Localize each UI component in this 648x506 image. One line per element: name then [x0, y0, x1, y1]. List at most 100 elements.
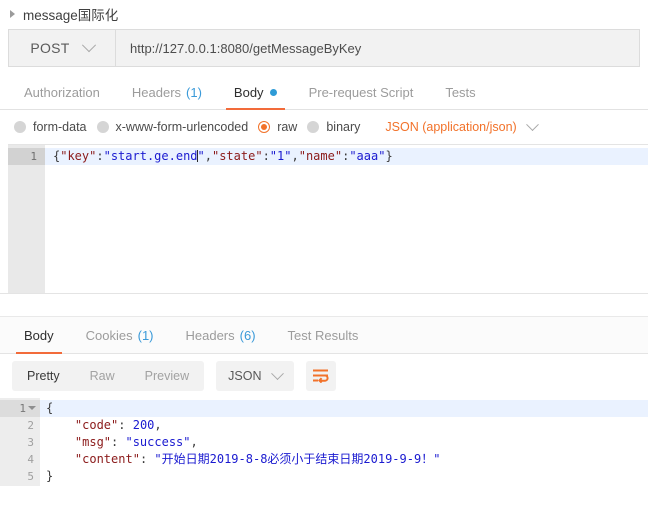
json-token-punc: , — [291, 149, 299, 163]
json-token-punc: } — [46, 469, 54, 483]
json-token-str: "aaa" — [349, 149, 386, 163]
body-type-binary[interactable]: binary — [307, 120, 360, 134]
response-tab-cookies[interactable]: Cookies (1) — [70, 317, 170, 353]
response-format-dropdown[interactable]: JSON — [216, 361, 295, 391]
tab-label: Test Results — [287, 327, 359, 343]
json-token-punc: , — [190, 435, 198, 449]
response-body-editor[interactable]: 1 2 3 4 5 { "code": 200, "msg": "success", "… — [0, 398, 648, 486]
json-token-key: "msg" — [74, 435, 112, 449]
response-tabs: Body Cookies (1) Headers (6) Test Results — [0, 317, 648, 354]
json-token-punc: : — [96, 149, 104, 163]
radio-icon[interactable] — [258, 121, 271, 133]
json-token-punc: } — [385, 149, 393, 163]
response-tab-body[interactable]: Body — [8, 317, 70, 354]
code-line: "content": "开始日期2019-8-8必须小于结束日期2019-9-9… — [40, 451, 648, 468]
word-wrap-icon — [312, 369, 329, 383]
code-line: "msg": "success", — [40, 434, 648, 451]
response-pane: Body Cookies (1) Headers (6) Test Results Pre… — [0, 317, 648, 486]
response-editor-code: { "code": 200, "msg": "success", "conten… — [40, 398, 648, 486]
request-tab-pre-request-script[interactable]: Pre-request Script — [293, 76, 430, 109]
body-type-label: form-data — [33, 120, 87, 134]
tab-count-badge: (1) — [137, 327, 154, 343]
tab-label: Body — [24, 327, 54, 343]
chevron-down-icon — [271, 366, 285, 380]
json-token-key: "content" — [74, 452, 140, 466]
view-mode-pretty[interactable]: Pretty — [12, 361, 75, 391]
request-title-bar: message国际化 — [0, 0, 648, 27]
response-editor-gutter: 1 2 3 4 5 — [0, 398, 40, 486]
tab-label: Tests — [445, 85, 476, 100]
fold-triangle-icon[interactable] — [28, 406, 36, 410]
response-tab-test-results[interactable]: Test Results — [272, 317, 375, 353]
tab-label: Pre-request Script — [308, 85, 414, 100]
body-type-x-www-form-urlencoded[interactable]: x-www-form-urlencoded — [96, 120, 248, 134]
chevron-down-icon — [81, 38, 96, 53]
body-present-dot-icon — [269, 89, 277, 96]
tab-label: Body — [233, 85, 264, 100]
radio-icon[interactable] — [307, 121, 320, 133]
http-method-label: POST — [30, 40, 70, 56]
url-bar: POST http://127.0.0.1:8080/getMessageByK… — [8, 29, 640, 67]
url-value: http://127.0.0.1:8080/getMessageByKey — [130, 40, 362, 56]
json-token-punc — [46, 452, 75, 466]
tab-label: Headers — [185, 327, 235, 343]
response-tab-headers[interactable]: Headers (6) — [170, 317, 272, 353]
code-line: "code": 200, — [40, 417, 648, 434]
tab-label: Cookies — [85, 327, 133, 343]
view-mode-raw[interactable]: Raw — [75, 361, 130, 391]
request-title: message国际化 — [23, 7, 119, 23]
json-token-str: 200 — [132, 418, 155, 432]
response-toolbar: Pretty Raw Preview JSON — [0, 354, 648, 398]
json-token-str: "开始日期2019-8-8必须小于结束日期2019-9-9！" — [154, 452, 441, 466]
tab-label: Headers — [131, 85, 182, 100]
response-format-label: JSON — [228, 369, 262, 383]
pane-splitter[interactable] — [0, 293, 648, 317]
request-tab-tests[interactable]: Tests — [429, 76, 491, 109]
line-number: 1 — [0, 400, 40, 417]
code-line: } — [40, 468, 648, 485]
code-line: {"key":"start.ge.end","state":"1","name"… — [45, 148, 648, 165]
json-token-str: "start.ge.end — [103, 149, 198, 163]
json-token-punc: : — [111, 435, 126, 449]
line-number: 1 — [8, 148, 45, 165]
line-number: 5 — [27, 470, 34, 483]
url-input[interactable]: http://127.0.0.1:8080/getMessageByKey — [116, 30, 639, 66]
radio-icon[interactable] — [96, 121, 109, 133]
body-type-row: form-data x-www-form-urlencoded raw binary … — [0, 110, 648, 144]
json-token-punc: , — [204, 149, 212, 163]
json-token-punc: : — [118, 418, 133, 432]
json-token-key: "code" — [74, 418, 119, 432]
json-token-str: "1" — [269, 149, 292, 163]
http-method-dropdown[interactable]: POST — [9, 30, 116, 66]
disclosure-triangle-icon[interactable] — [10, 9, 15, 18]
tab-label: Authorization — [24, 85, 100, 100]
json-token-key: "key" — [60, 149, 97, 163]
body-type-label: raw — [277, 120, 298, 134]
line-number: 2 — [27, 419, 34, 432]
body-type-form-data[interactable]: form-data — [14, 120, 87, 134]
json-token-key: "state" — [211, 149, 263, 163]
tab-count-badge: (1) — [186, 85, 202, 100]
request-editor-code[interactable]: {"key":"start.ge.end","state":"1","name"… — [45, 145, 648, 293]
request-body-editor[interactable]: 1 {"key":"start.ge.end","state":"1","nam… — [8, 144, 648, 293]
body-type-label: binary — [326, 120, 361, 134]
json-token-str: "success" — [125, 435, 191, 449]
word-wrap-button[interactable] — [306, 361, 337, 391]
code-line: { — [40, 400, 648, 417]
json-token-punc: : — [262, 149, 270, 163]
request-tab-headers[interactable]: Headers (1) — [116, 76, 218, 109]
line-number: 4 — [27, 453, 34, 466]
request-tab-authorization[interactable]: Authorization — [8, 76, 116, 109]
tab-count-badge: (6) — [239, 327, 256, 343]
json-token-punc — [46, 435, 75, 449]
view-mode-preview[interactable]: Preview — [130, 361, 204, 391]
json-token-punc — [46, 418, 75, 432]
radio-icon[interactable] — [14, 121, 26, 133]
json-token-punc: , — [154, 418, 162, 432]
json-token-punc: { — [46, 401, 54, 415]
request-tab-body[interactable]: Body — [218, 76, 293, 110]
body-type-raw[interactable]: raw — [258, 120, 297, 134]
content-type-dropdown[interactable]: JSON (application/json) — [385, 117, 539, 134]
chevron-down-icon — [525, 117, 539, 131]
json-token-str: " — [197, 149, 205, 163]
